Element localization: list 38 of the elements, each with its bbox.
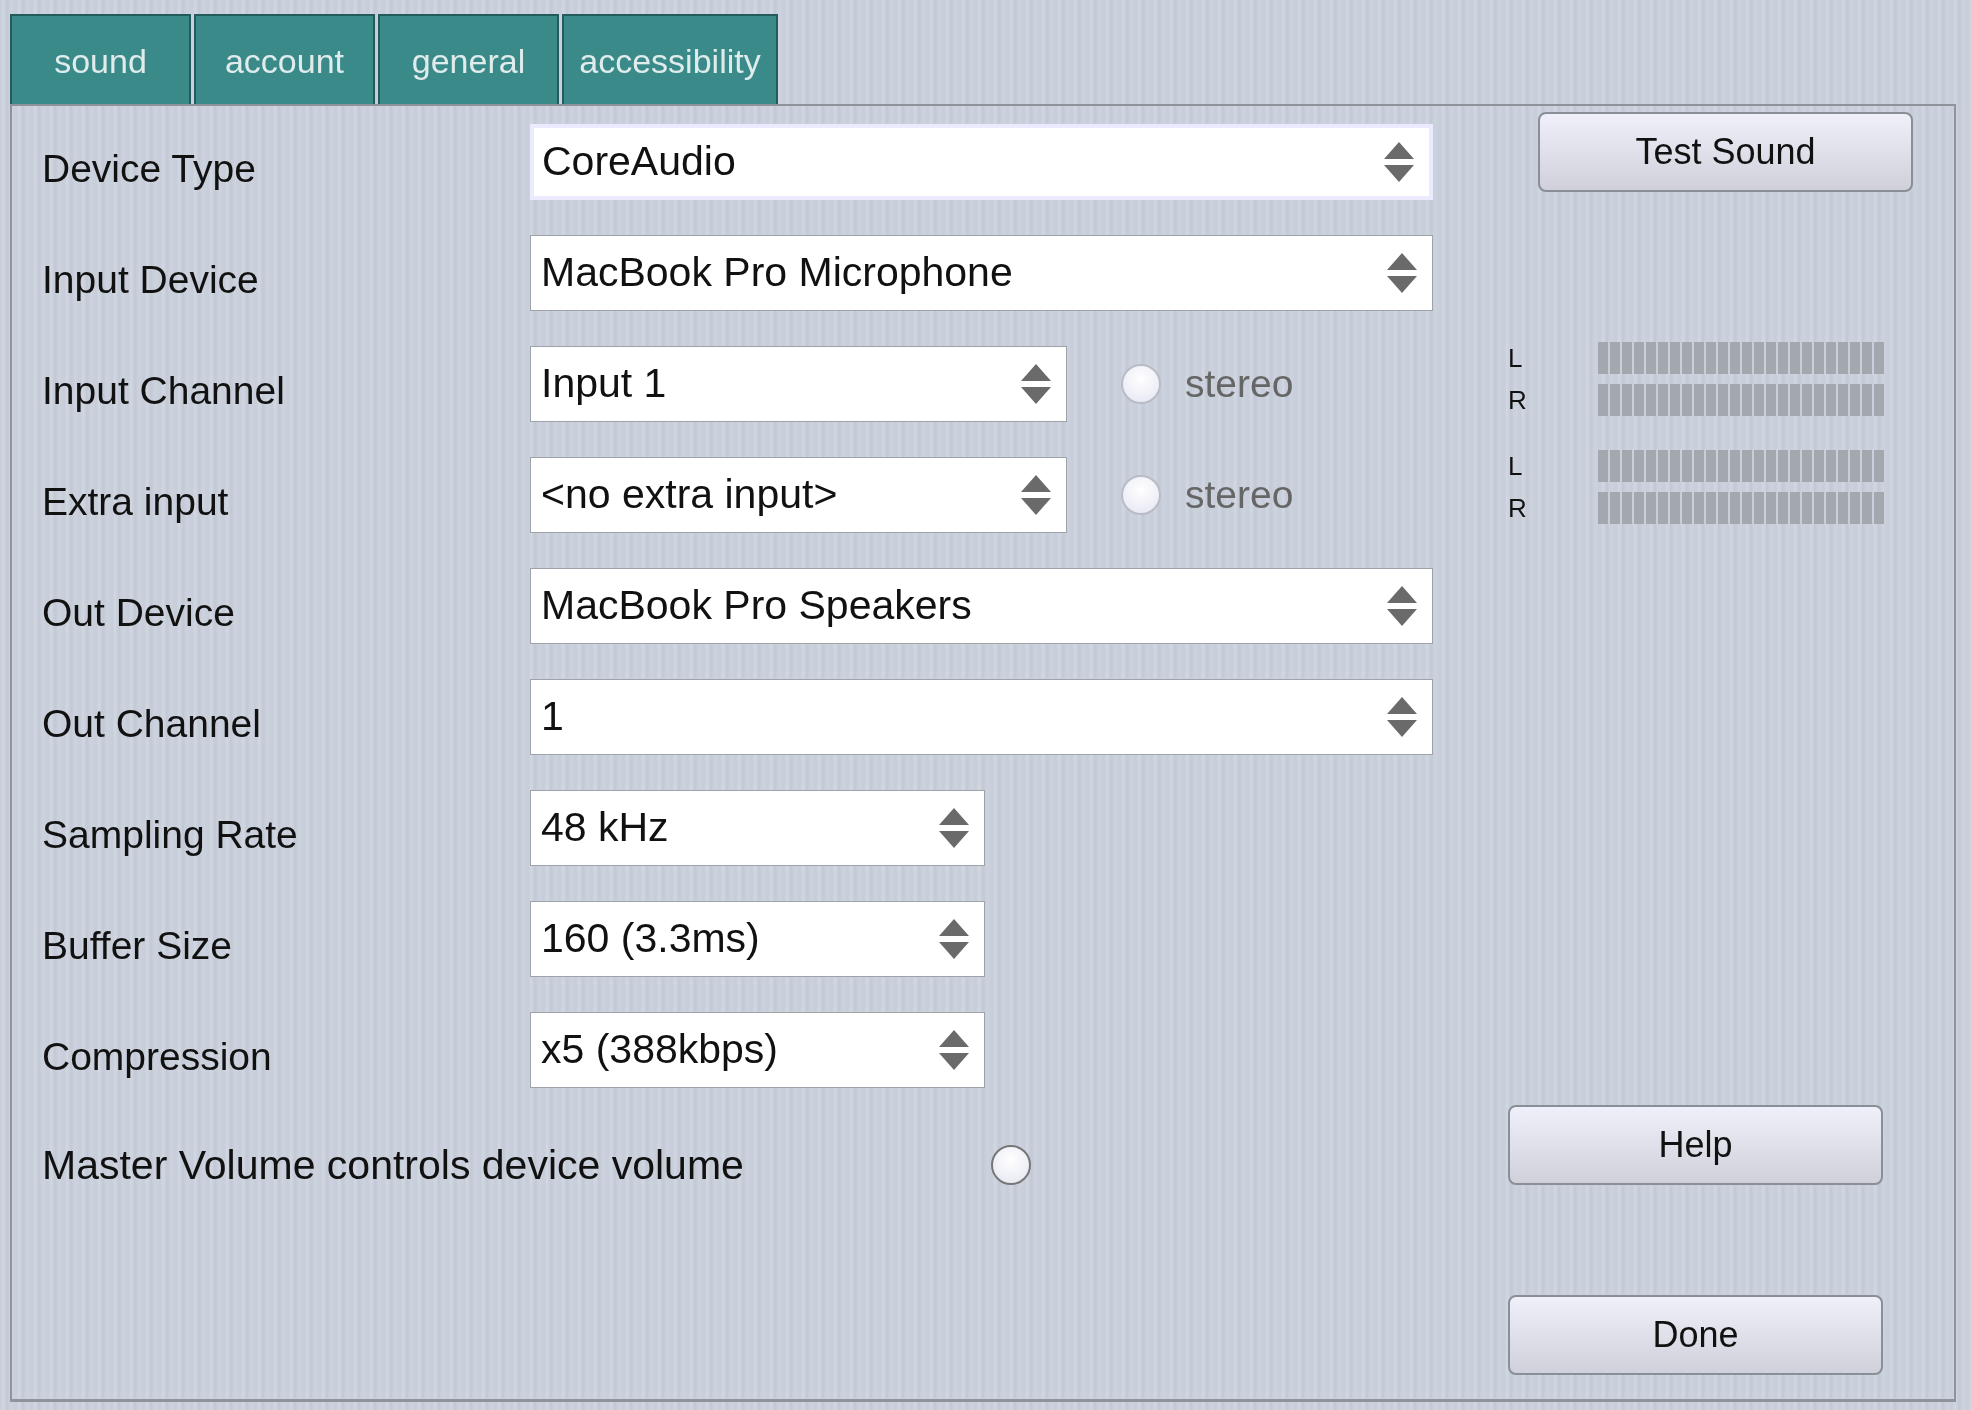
dropdown[interactable]: 48 kHz [530, 789, 985, 866]
stepper-arrows-icon [1386, 584, 1418, 627]
channel-label: L [1508, 450, 1524, 482]
channel-label: R [1508, 492, 1528, 524]
test-sound-button[interactable]: Test Sound [1538, 112, 1913, 192]
help-button[interactable]: Help [1508, 1105, 1883, 1185]
dropdown[interactable]: CoreAudio [530, 123, 1433, 200]
field-label: Compression [42, 1033, 273, 1079]
field-label: Buffer Size [42, 922, 234, 968]
done-button[interactable]: Done [1508, 1295, 1883, 1375]
channel-label: L [1508, 342, 1524, 374]
field-label: Input Channel [42, 367, 286, 413]
stepper-arrows-icon [1386, 251, 1418, 294]
stepper-arrows-icon [1020, 362, 1052, 405]
dropdown[interactable]: 1 [530, 678, 1433, 755]
field-label: Device Type [42, 145, 257, 191]
field-label: Sampling Rate [42, 811, 299, 857]
stepper-arrows-icon [1383, 140, 1415, 183]
field-label: Extra input [42, 478, 230, 524]
field-label: Master Volume controls device volume [42, 1141, 745, 1189]
radio-label: stereo [1185, 472, 1294, 517]
dropdown[interactable]: Input 1 [530, 345, 1067, 422]
field-label: Input Device [42, 256, 260, 302]
stepper-arrows-icon [938, 806, 970, 849]
stepper-arrows-icon [938, 1028, 970, 1071]
dropdown[interactable]: MacBook Pro Speakers [530, 567, 1433, 644]
radio-button[interactable] [991, 1145, 1031, 1185]
field-label: Out Device [42, 589, 236, 635]
stepper-arrows-icon [1020, 473, 1052, 516]
field-label: Out Channel [42, 700, 262, 746]
stepper-arrows-icon [938, 917, 970, 960]
channel-label: R [1508, 384, 1528, 416]
stepper-arrows-icon [1386, 695, 1418, 738]
dropdown[interactable]: x5 (388kbps) [530, 1011, 985, 1088]
radio-label: stereo [1185, 361, 1294, 406]
dropdown[interactable]: <no extra input> [530, 456, 1067, 533]
dropdown[interactable]: MacBook Pro Microphone [530, 234, 1433, 311]
dropdown[interactable]: 160 (3.3ms) [530, 900, 985, 977]
